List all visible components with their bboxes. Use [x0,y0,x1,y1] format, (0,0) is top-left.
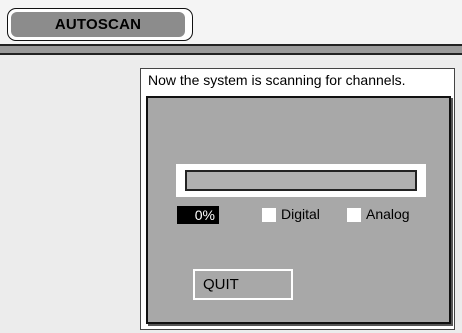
progress-percent: 0% [177,206,219,224]
autoscan-header-tab: AUTOSCAN [7,8,193,41]
scan-status-message: Now the system is scanning for channels. [148,72,406,88]
quit-button[interactable]: QUIT [193,269,293,300]
header-tab-face: AUTOSCAN [11,12,185,37]
progress-bar [185,170,417,191]
analog-label: Analog [366,206,410,222]
digital-checkbox[interactable] [262,208,276,222]
header-divider-bar [0,44,462,55]
page-title: AUTOSCAN [54,16,142,33]
progress-bar-frame [176,164,426,197]
digital-label: Digital [281,206,320,222]
analog-checkbox[interactable] [347,208,361,222]
